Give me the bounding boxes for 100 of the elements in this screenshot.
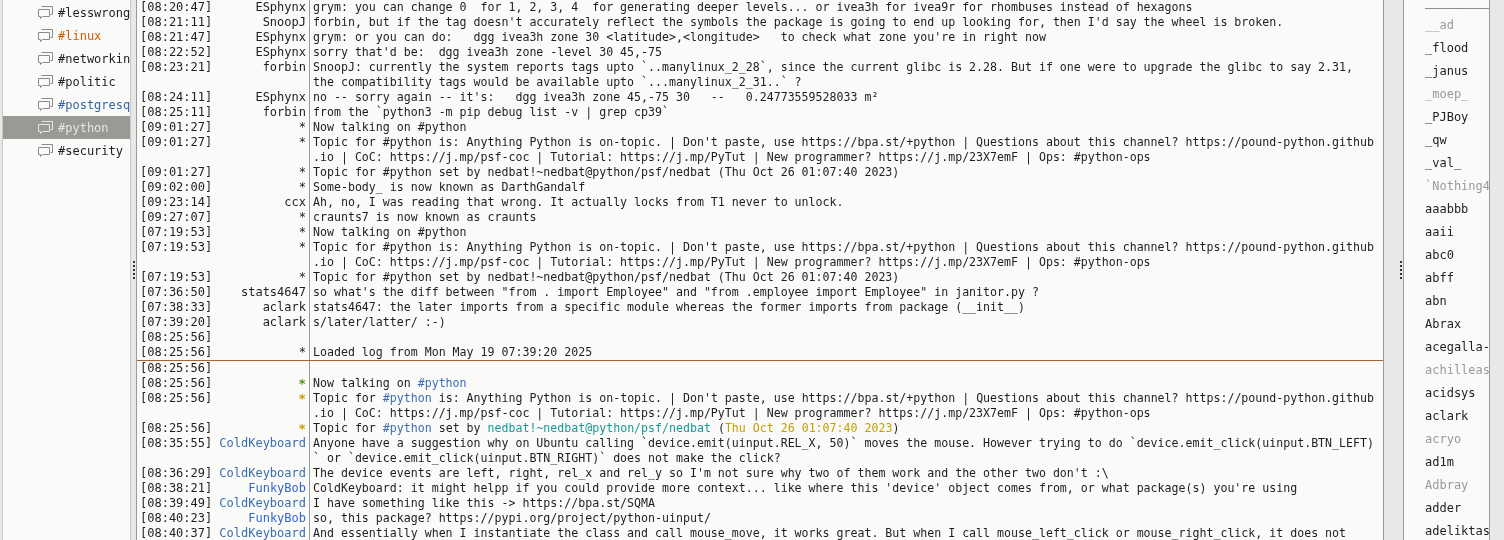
- timestamp: [07:19:53]: [140, 240, 213, 254]
- user-name[interactable]: adeliktas: [1425, 521, 1489, 540]
- channel-name: #python: [58, 119, 109, 137]
- message-text: Topic for #python set by nedbat!~nedbat@python/psf/nedbat (Thu Oct 26 01:07:40 2023): [313, 165, 900, 179]
- nick-name[interactable]: ccx: [284, 195, 306, 209]
- user-name[interactable]: _janus: [1425, 61, 1469, 80]
- user-name[interactable]: acidsys: [1425, 383, 1476, 402]
- timestamp: [08:25:11]: [140, 105, 213, 119]
- timestamp: [08:40:23]: [140, 511, 213, 525]
- chat-bubbles-icon: [37, 120, 54, 135]
- channel-name: #networkin: [58, 50, 130, 68]
- nick-name[interactable]: ESphynx: [255, 0, 306, 14]
- timestamp: [07:19:53]: [140, 225, 213, 239]
- nick-name[interactable]: *: [298, 120, 306, 134]
- message-text: Some-body_ is now known as DarthGandalf: [313, 180, 586, 194]
- message-text: Now talking on #python: [313, 376, 467, 390]
- message-text: ColdKeyboard: it might helpp if you could provide more context... like where this 'device' object comes from, or what package(s) you're using: [313, 481, 1298, 495]
- channel-name: #linux: [58, 27, 102, 45]
- nick-name[interactable]: forbin: [262, 60, 306, 74]
- nick-name[interactable]: forbin: [262, 105, 306, 119]
- message-text: no -- sorry again -- it's: dgg ivea3h zone 45,-75 30 -- 0.24773559528033 m²: [313, 90, 879, 104]
- channel-item[interactable]: #networkin: [3, 47, 130, 70]
- user-name[interactable]: abff: [1425, 268, 1454, 287]
- timestamp: [08:39:49]: [140, 496, 213, 510]
- chat-bubbles-icon: [37, 28, 54, 43]
- chat-bubbles-icon: [37, 74, 54, 89]
- user-name[interactable]: adder: [1425, 498, 1462, 517]
- message-text: .io | CoC: https://j.mp/psf-coc | Tutorial: https://j.mp/PyTut | New programmer? https://j.mp/23X7emF | Ops: #python-ops: [313, 406, 1151, 420]
- timestamp: [08:20:47]: [140, 0, 213, 14]
- nick-name[interactable]: ESphynx: [255, 45, 306, 59]
- nick-name[interactable]: *: [298, 376, 306, 391]
- message-text: Topic for #python is: Anything Python is on-topic. | Don't paste, use https://bpa.st/+python | Questions about this channel? https://pound-python.github: [313, 240, 1374, 254]
- user-name[interactable]: aclark: [1425, 406, 1469, 425]
- nick-name[interactable]: FunkyBob: [248, 481, 306, 495]
- message-text: Anyone have a suggestion why on Ubuntu calling `device.emit(uinput.REL_X, 50)` moves the mouse. However trying to do `device.emit_click(uinput.BTN_LEFT): [313, 436, 1374, 450]
- channel-item[interactable]: #politic: [3, 70, 130, 93]
- channel-name: #security: [58, 142, 124, 160]
- nick-name[interactable]: aclark: [262, 315, 306, 329]
- timestamp: [09:01:27]: [140, 120, 213, 134]
- user-name[interactable]: ad1m: [1425, 452, 1454, 471]
- timestamp: [09:02:00]: [140, 180, 213, 194]
- channel-item[interactable]: #security: [3, 139, 130, 162]
- message-text: the compatibility tags would be available upto `...manylinux_2_31..` ?: [313, 75, 802, 89]
- chat-bubbles-icon: [37, 51, 54, 66]
- user-name[interactable]: abn: [1425, 291, 1447, 310]
- message-text: And essentially when I instantiate the class and call mouse_move, it works great. But when I call mouse_left_click or mouse_right_click, it does not: [313, 526, 1347, 540]
- user-name[interactable]: Abrax: [1425, 314, 1462, 333]
- message-text: Ah, no, I was reading that wrong. It actually locks from T1 never to unlock.: [313, 195, 844, 209]
- nick-name[interactable]: *: [298, 225, 306, 239]
- nick-name[interactable]: ESphynx: [255, 90, 306, 104]
- nick-name[interactable]: SnoopJ: [262, 15, 306, 29]
- timestamp: [07:19:53]: [140, 270, 213, 284]
- message-text: I have something like this -> https://bpa.st/SQMA: [313, 496, 656, 510]
- user-name[interactable]: aaii: [1425, 222, 1454, 241]
- message-text: .io | CoC: https://j.mp/psf-coc | Tutorial: https://j.mp/PyTut | New programmer? https://j.mp/23X7emF | Ops: #python-ops: [313, 150, 1151, 164]
- nick-name[interactable]: *: [298, 180, 306, 194]
- message-text: Topic for #python is: Anything Python is on-topic. | Don't paste, use https://bpa.st/+python | Questions about this channel? https://pound-python.github: [313, 391, 1374, 405]
- nick-name[interactable]: ColdKeyboard: [219, 436, 306, 450]
- channel-item[interactable]: #postgresq: [3, 93, 130, 116]
- chat-bubbles-icon: [37, 97, 54, 112]
- nick-name[interactable]: stats4647: [240, 285, 306, 299]
- message-text: so what's the diff between "from . import Employee" and "from .employee import Employee" in janitor.py ?: [313, 285, 1039, 299]
- nick-name[interactable]: *: [298, 270, 306, 284]
- nick-name[interactable]: ColdKeyboard: [219, 496, 306, 510]
- user-name[interactable]: aaabbb: [1425, 199, 1469, 218]
- timestamp: [07:36:50]: [140, 285, 213, 299]
- nick-name[interactable]: FunkyBob: [248, 511, 306, 525]
- message-text: from the `python3 -m pip debug list -v | grep cp39`: [313, 105, 669, 119]
- timestamp: [08:22:52]: [140, 45, 213, 59]
- timestamp: [08:25:56]: [140, 361, 213, 375]
- message-text: forbin, but if the tag doesn't accurately reflect the symbols the package is going to end up looking for, then I'd say the wheel is broken.: [313, 15, 1284, 29]
- nick-name[interactable]: *: [298, 135, 306, 149]
- nick-name[interactable]: *: [298, 165, 306, 179]
- channel-name: #politic: [58, 73, 116, 91]
- user-name[interactable]: _PJBoy: [1425, 107, 1469, 126]
- nick-name[interactable]: *: [298, 345, 306, 359]
- message-text: Topic for #python set by nedbat!~nedbat@python/psf/nedbat (Thu Oct 26 01:07:40 2023): [313, 270, 900, 284]
- nick-name[interactable]: ESphynx: [255, 30, 306, 44]
- channel-name: #postgresq: [58, 96, 130, 114]
- message-text: craunts7 is now known as craunts: [313, 210, 537, 224]
- channel-item[interactable]: #lesswrong: [3, 1, 130, 24]
- nick-name[interactable]: ColdKeyboard: [219, 526, 306, 540]
- user-name[interactable]: _flood: [1425, 38, 1469, 57]
- message-text: SnoopJ: currently the system reports tags upto `..manylinux_2_28`, since the current glibc is 2.28. But if one were to upgrade the glibc to say 2.31,: [313, 60, 1354, 74]
- user-name[interactable]: abc0: [1425, 245, 1454, 264]
- channel-item[interactable]: #linux: [3, 24, 130, 47]
- timestamp: [08:21:47]: [140, 30, 213, 44]
- nick-name[interactable]: ColdKeyboard: [219, 466, 306, 480]
- nick-name[interactable]: *: [298, 210, 306, 224]
- grip-icon[interactable]: [132, 261, 135, 279]
- nick-name[interactable]: *: [298, 240, 306, 254]
- nick-name[interactable]: aclark: [262, 300, 306, 314]
- user-name[interactable]: _val_: [1425, 153, 1462, 172]
- timestamp: [09:23:14]: [140, 195, 213, 209]
- timestamp: [08:25:56]: [140, 330, 213, 344]
- user-name[interactable]: _qw: [1425, 130, 1447, 149]
- user-name[interactable]: acegalla-: [1425, 337, 1489, 356]
- timestamp: [08:25:56]: [140, 391, 213, 405]
- timestamp: [09:01:27]: [140, 165, 213, 179]
- timestamp: [09:27:07]: [140, 210, 213, 224]
